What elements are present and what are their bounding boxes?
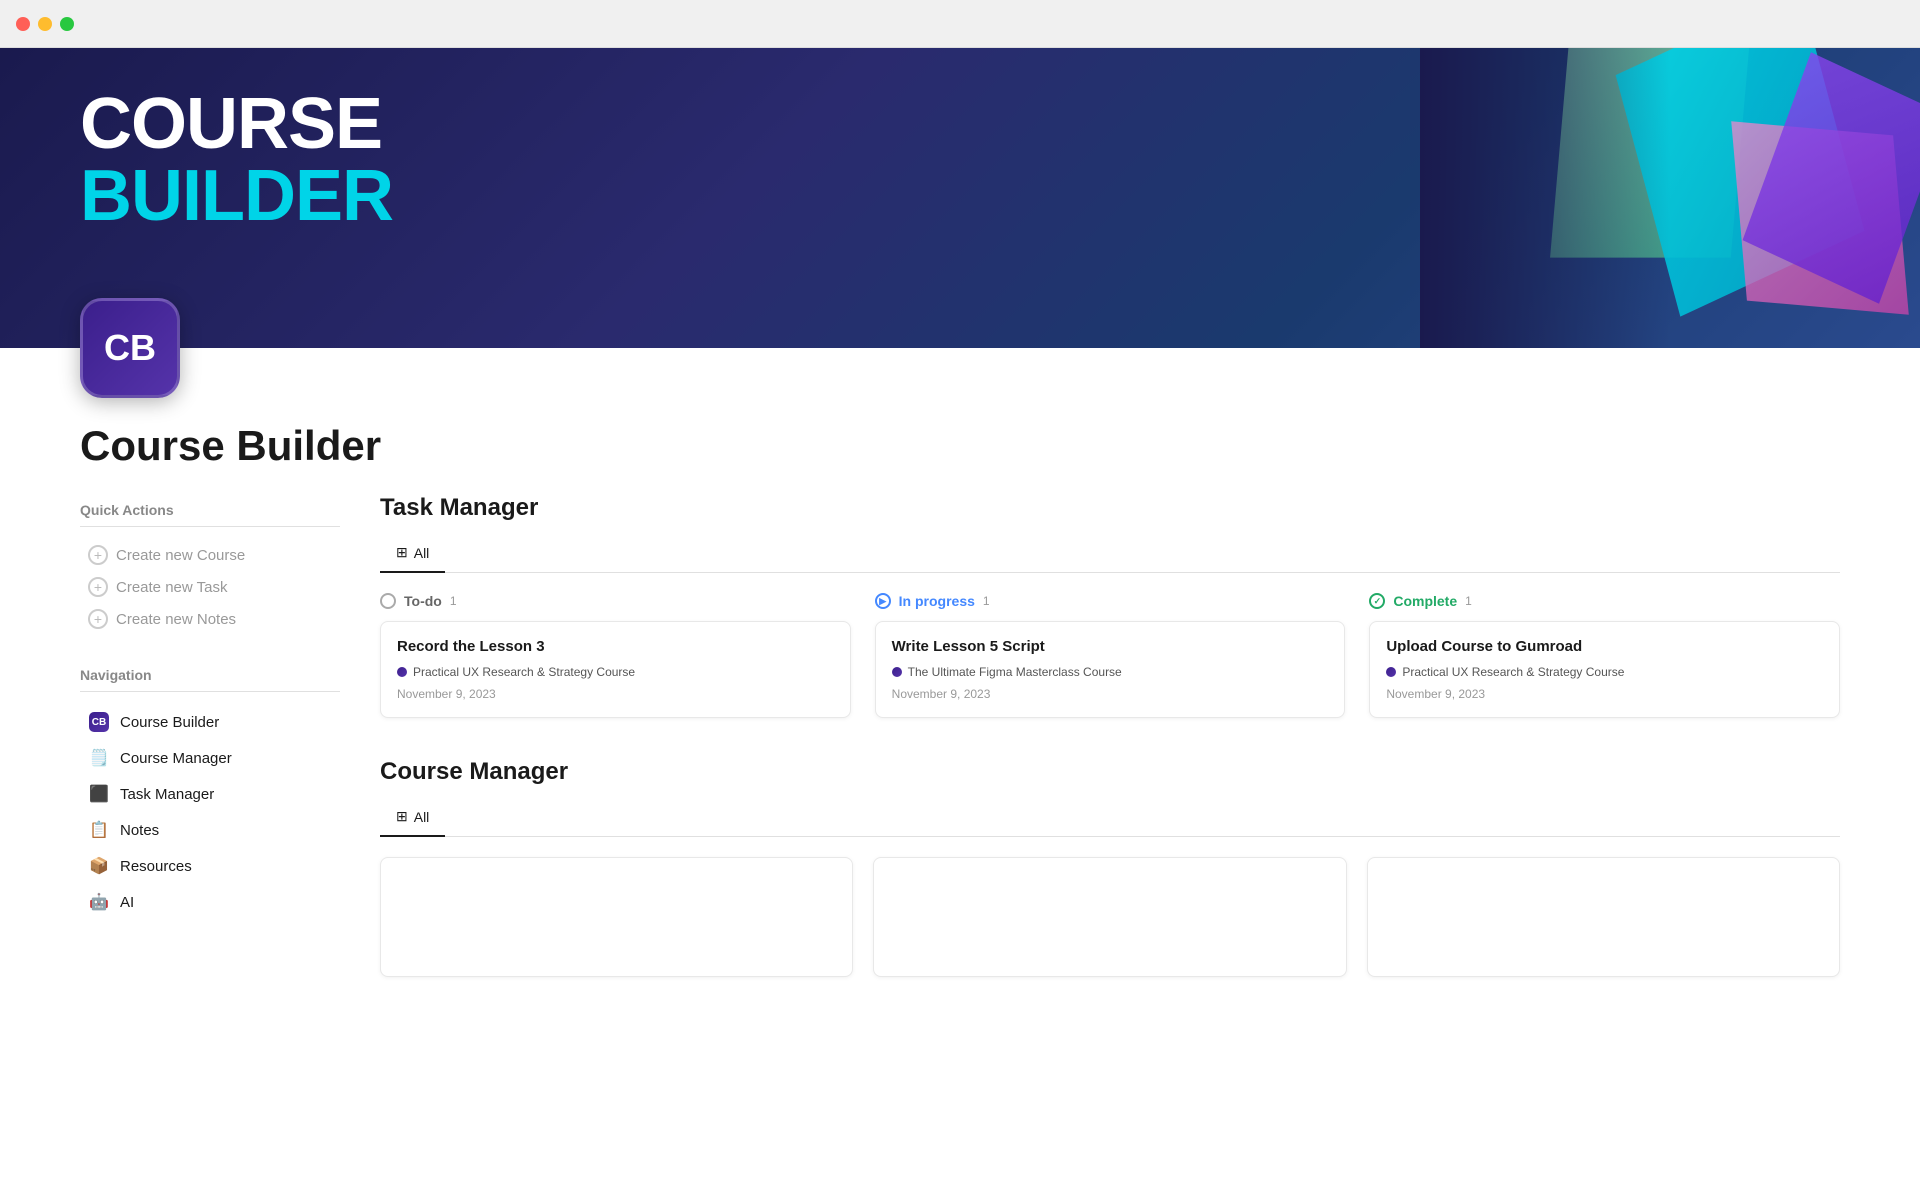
navigation-section: Navigation CB Course Builder 🗒️ Course M…: [80, 659, 340, 920]
sidebar-item-course-builder[interactable]: CB Course Builder: [80, 704, 340, 740]
task-manager-section: Task Manager ⊞ All To-do 1 Record the Le…: [380, 494, 1840, 718]
course-card-1[interactable]: [873, 857, 1346, 977]
course-manager-section: Course Manager ⊞ All: [380, 758, 1840, 977]
plus-icon-notes: +: [88, 609, 108, 629]
app-icon-wrapper: CB: [0, 298, 1920, 398]
notes-icon: 📋: [88, 819, 110, 841]
course-dot-1: [892, 667, 902, 677]
course-card-0[interactable]: [380, 857, 853, 977]
task-manager-title: Task Manager: [380, 494, 1840, 522]
grid-icon-courses: ⊞: [396, 808, 408, 825]
kanban-column-inprogress: ▶ In progress 1 Write Lesson 5 Script Th…: [875, 593, 1346, 718]
course-manager-title: Course Manager: [380, 758, 1840, 786]
plus-icon-course: +: [88, 545, 108, 565]
content-area: Task Manager ⊞ All To-do 1 Record the Le…: [380, 486, 1840, 977]
app-icon: CB: [80, 298, 180, 398]
close-button[interactable]: [16, 17, 30, 31]
task-manager-icon: ⬛: [88, 783, 110, 805]
task-manager-tabs: ⊞ All: [380, 536, 1840, 573]
sidebar-item-notes[interactable]: 📋 Notes: [80, 812, 340, 848]
task-card-1: Write Lesson 5 Script The Ultimate Figma…: [875, 621, 1346, 718]
sidebar-item-ai[interactable]: 🤖 AI: [80, 884, 340, 920]
page-title-area: Course Builder: [0, 398, 1920, 486]
ai-icon: 🤖: [88, 891, 110, 913]
tab-all-tasks[interactable]: ⊞ All: [380, 536, 445, 573]
hero-text: COURSE BUILDER: [80, 88, 393, 232]
course-dot-0: [397, 667, 407, 677]
kanban-header-todo: To-do 1: [380, 593, 851, 609]
sidebar: Quick Actions + Create new Course + Crea…: [80, 486, 380, 977]
main-content: Quick Actions + Create new Course + Crea…: [0, 486, 1920, 977]
create-task-action[interactable]: + Create new Task: [80, 571, 340, 603]
tab-all-courses[interactable]: ⊞ All: [380, 800, 445, 837]
kanban-header-inprogress: ▶ In progress 1: [875, 593, 1346, 609]
grid-icon: ⊞: [396, 544, 408, 561]
create-notes-action[interactable]: + Create new Notes: [80, 603, 340, 635]
plus-icon-task: +: [88, 577, 108, 597]
inprogress-status-dot: ▶: [875, 593, 891, 609]
task-course-0: Practical UX Research & Strategy Course: [397, 665, 834, 679]
create-course-action[interactable]: + Create new Course: [80, 539, 340, 571]
kanban-column-todo: To-do 1 Record the Lesson 3 Practical UX…: [380, 593, 851, 718]
navigation-title: Navigation: [80, 659, 340, 683]
complete-status-dot: ✓: [1369, 593, 1385, 609]
task-course-1: The Ultimate Figma Masterclass Course: [892, 665, 1329, 679]
sidebar-item-course-manager[interactable]: 🗒️ Course Manager: [80, 740, 340, 776]
sidebar-item-task-manager[interactable]: ⬛ Task Manager: [80, 776, 340, 812]
sidebar-item-resources[interactable]: 📦 Resources: [80, 848, 340, 884]
titlebar: [0, 0, 1920, 48]
task-card-0: Record the Lesson 3 Practical UX Researc…: [380, 621, 851, 718]
maximize-button[interactable]: [60, 17, 74, 31]
course-builder-icon: CB: [88, 711, 110, 733]
page-title: Course Builder: [80, 422, 1840, 470]
course-cards-grid: [380, 857, 1840, 977]
hero-title-line1: COURSE: [80, 88, 393, 160]
course-manager-tabs: ⊞ All: [380, 800, 1840, 837]
task-card-2: Upload Course to Gumroad Practical UX Re…: [1369, 621, 1840, 718]
task-course-2: Practical UX Research & Strategy Course: [1386, 665, 1823, 679]
kanban-board: To-do 1 Record the Lesson 3 Practical UX…: [380, 593, 1840, 718]
hero-title-line2: BUILDER: [80, 160, 393, 232]
course-manager-icon: 🗒️: [88, 747, 110, 769]
minimize-button[interactable]: [38, 17, 52, 31]
course-dot-2: [1386, 667, 1396, 677]
quick-actions-section: Quick Actions + Create new Course + Crea…: [80, 494, 340, 635]
todo-status-dot: [380, 593, 396, 609]
quick-actions-title: Quick Actions: [80, 494, 340, 518]
resources-icon: 📦: [88, 855, 110, 877]
course-card-2[interactable]: [1367, 857, 1840, 977]
kanban-column-complete: ✓ Complete 1 Upload Course to Gumroad Pr…: [1369, 593, 1840, 718]
kanban-header-complete: ✓ Complete 1: [1369, 593, 1840, 609]
